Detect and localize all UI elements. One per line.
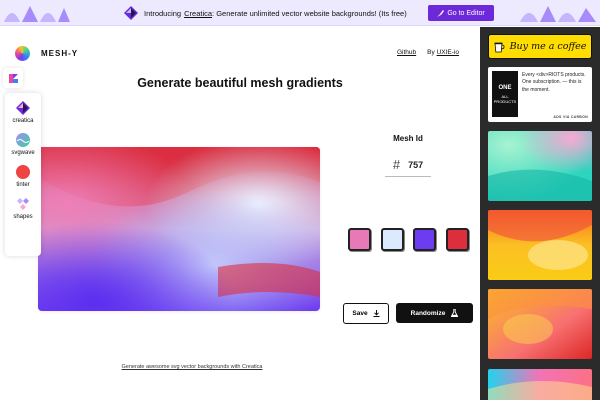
tool-svgwave-label: svgwave: [11, 150, 35, 156]
tool-tinter-label: tinter: [16, 182, 30, 188]
mesh-gradient-graphic: [38, 147, 320, 311]
save-button[interactable]: Save: [343, 303, 389, 324]
mesh-id-value: 757: [408, 159, 424, 170]
thumbnail-gradient-3: [488, 289, 592, 359]
coffee-cup-icon: [494, 42, 505, 52]
mesh-gradient-preview: [38, 147, 320, 311]
coffee-label: Buy me a coffee: [509, 41, 587, 52]
thumbnail-gradient-4: [488, 369, 592, 400]
tool-shapes[interactable]: shapes: [5, 197, 41, 220]
color-swatch-2[interactable]: [381, 228, 404, 251]
page-title: Generate beautiful mesh gradients: [137, 76, 343, 90]
go-to-editor-button[interactable]: Go to Editor: [428, 5, 494, 21]
tools-rail: creatica svgwave tinter shapes: [5, 93, 41, 256]
banner-decoration-right: [520, 6, 596, 22]
author-credit: By UXIE-io: [427, 49, 459, 56]
uxie-link[interactable]: UXIE-io: [437, 49, 459, 56]
gradient-thumbnail-2[interactable]: [488, 210, 592, 280]
carbon-ad[interactable]: ONE ALL PRODUCTS Every <div>RIOTS produc…: [488, 67, 592, 122]
github-link[interactable]: Github: [397, 49, 416, 56]
color-swatch-3[interactable]: [413, 228, 436, 251]
gradient-thumbnail-4[interactable]: [488, 369, 592, 400]
mesh-id-label: Mesh Id: [393, 134, 423, 143]
banner-decoration-left: [4, 6, 70, 22]
main-area: MESH-Y Github By UXIE-io Generate beauti…: [0, 27, 480, 400]
promo-text: : Generate unlimited vector website back…: [212, 8, 407, 18]
brand[interactable]: MESH-Y: [15, 46, 78, 61]
color-swatch-1[interactable]: [348, 228, 371, 251]
brush-icon: [437, 9, 445, 17]
author-prefix: By: [427, 49, 435, 56]
brand-name: MESH-Y: [41, 49, 79, 58]
creatica-icon: [16, 101, 30, 115]
tool-creatica-label: creatica: [12, 118, 34, 124]
gradient-thumbnail-3[interactable]: [488, 289, 592, 359]
tool-svgwave[interactable]: svgwave: [5, 133, 41, 156]
buy-me-a-coffee-button[interactable]: Buy me a coffee: [488, 34, 592, 59]
tools-logo-icon: [8, 73, 18, 83]
tool-tinter[interactable]: tinter: [5, 165, 41, 188]
tools-menu-toggle[interactable]: [3, 68, 23, 88]
tool-shapes-label: shapes: [13, 214, 33, 220]
ad-image-caption: ALL PRODUCTS: [493, 93, 517, 104]
ad-via: ADS VIA CARBON: [553, 115, 588, 119]
promo-banner: Introducing Creatica : Generate unlimite…: [0, 0, 600, 26]
tool-creatica[interactable]: creatica: [5, 101, 41, 124]
promo-intro: Introducing: [144, 8, 182, 18]
randomize-label: Randomize: [410, 309, 446, 317]
thumbnail-gradient-1: [488, 131, 592, 201]
go-to-editor-label: Go to Editor: [447, 9, 485, 17]
save-label: Save: [352, 310, 368, 317]
thumbnail-gradient-2: [488, 210, 592, 280]
shapes-icon: [17, 198, 29, 210]
brand-logo-icon: [15, 46, 30, 61]
ad-text: Every <div>RIOTS products. One subscript…: [522, 72, 586, 93]
ad-image-title: ONE: [498, 84, 512, 91]
hash-icon: #: [392, 157, 401, 172]
header-links: Github By UXIE-io: [397, 49, 459, 56]
flask-icon: [451, 309, 459, 317]
randomize-button[interactable]: Randomize: [396, 303, 473, 323]
mesh-id-field[interactable]: # 757: [385, 153, 431, 177]
creatica-footer-link[interactable]: Generate awesome svg vector backgrounds …: [0, 364, 384, 370]
creatica-logo-icon: [124, 6, 138, 20]
download-icon: [373, 310, 380, 317]
right-sidebar: Buy me a coffee ONE ALL PRODUCTS Every <…: [480, 27, 600, 400]
tinter-icon: [16, 165, 30, 179]
gradient-thumbnail-1[interactable]: [488, 131, 592, 201]
color-swatch-4[interactable]: [446, 228, 469, 251]
promo-message: Introducing Creatica : Generate unlimite…: [124, 5, 407, 21]
ad-image: ONE ALL PRODUCTS: [492, 71, 518, 117]
svgwave-icon: [16, 133, 30, 147]
creatica-link[interactable]: Creatica: [184, 9, 212, 18]
